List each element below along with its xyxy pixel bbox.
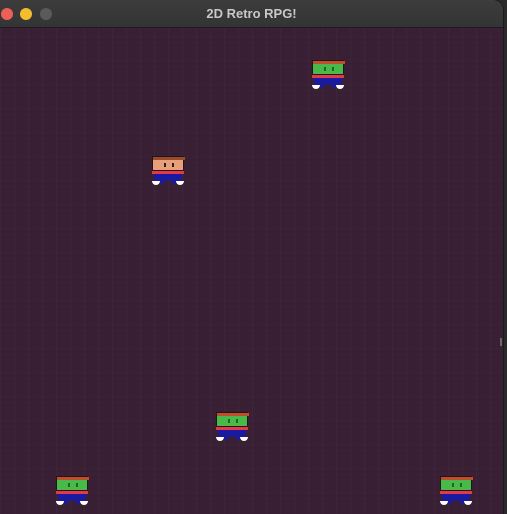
resize-edge[interactable] <box>500 338 502 346</box>
game-canvas[interactable] <box>0 28 503 514</box>
enemy-sprite <box>312 60 345 90</box>
enemy-head <box>216 412 249 427</box>
enemy-sprite <box>440 476 473 506</box>
player-sprite <box>152 156 185 186</box>
enemy-sprite <box>56 476 89 506</box>
enemy-head <box>56 476 89 491</box>
title-bar[interactable]: 2D Retro RPG! <box>0 0 503 28</box>
enemy-head <box>312 60 345 75</box>
player-head <box>152 156 185 171</box>
game-window: 2D Retro RPG! <box>0 0 503 514</box>
enemy-sprite <box>216 412 249 442</box>
enemy-head <box>440 476 473 491</box>
window-title: 2D Retro RPG! <box>206 6 297 21</box>
